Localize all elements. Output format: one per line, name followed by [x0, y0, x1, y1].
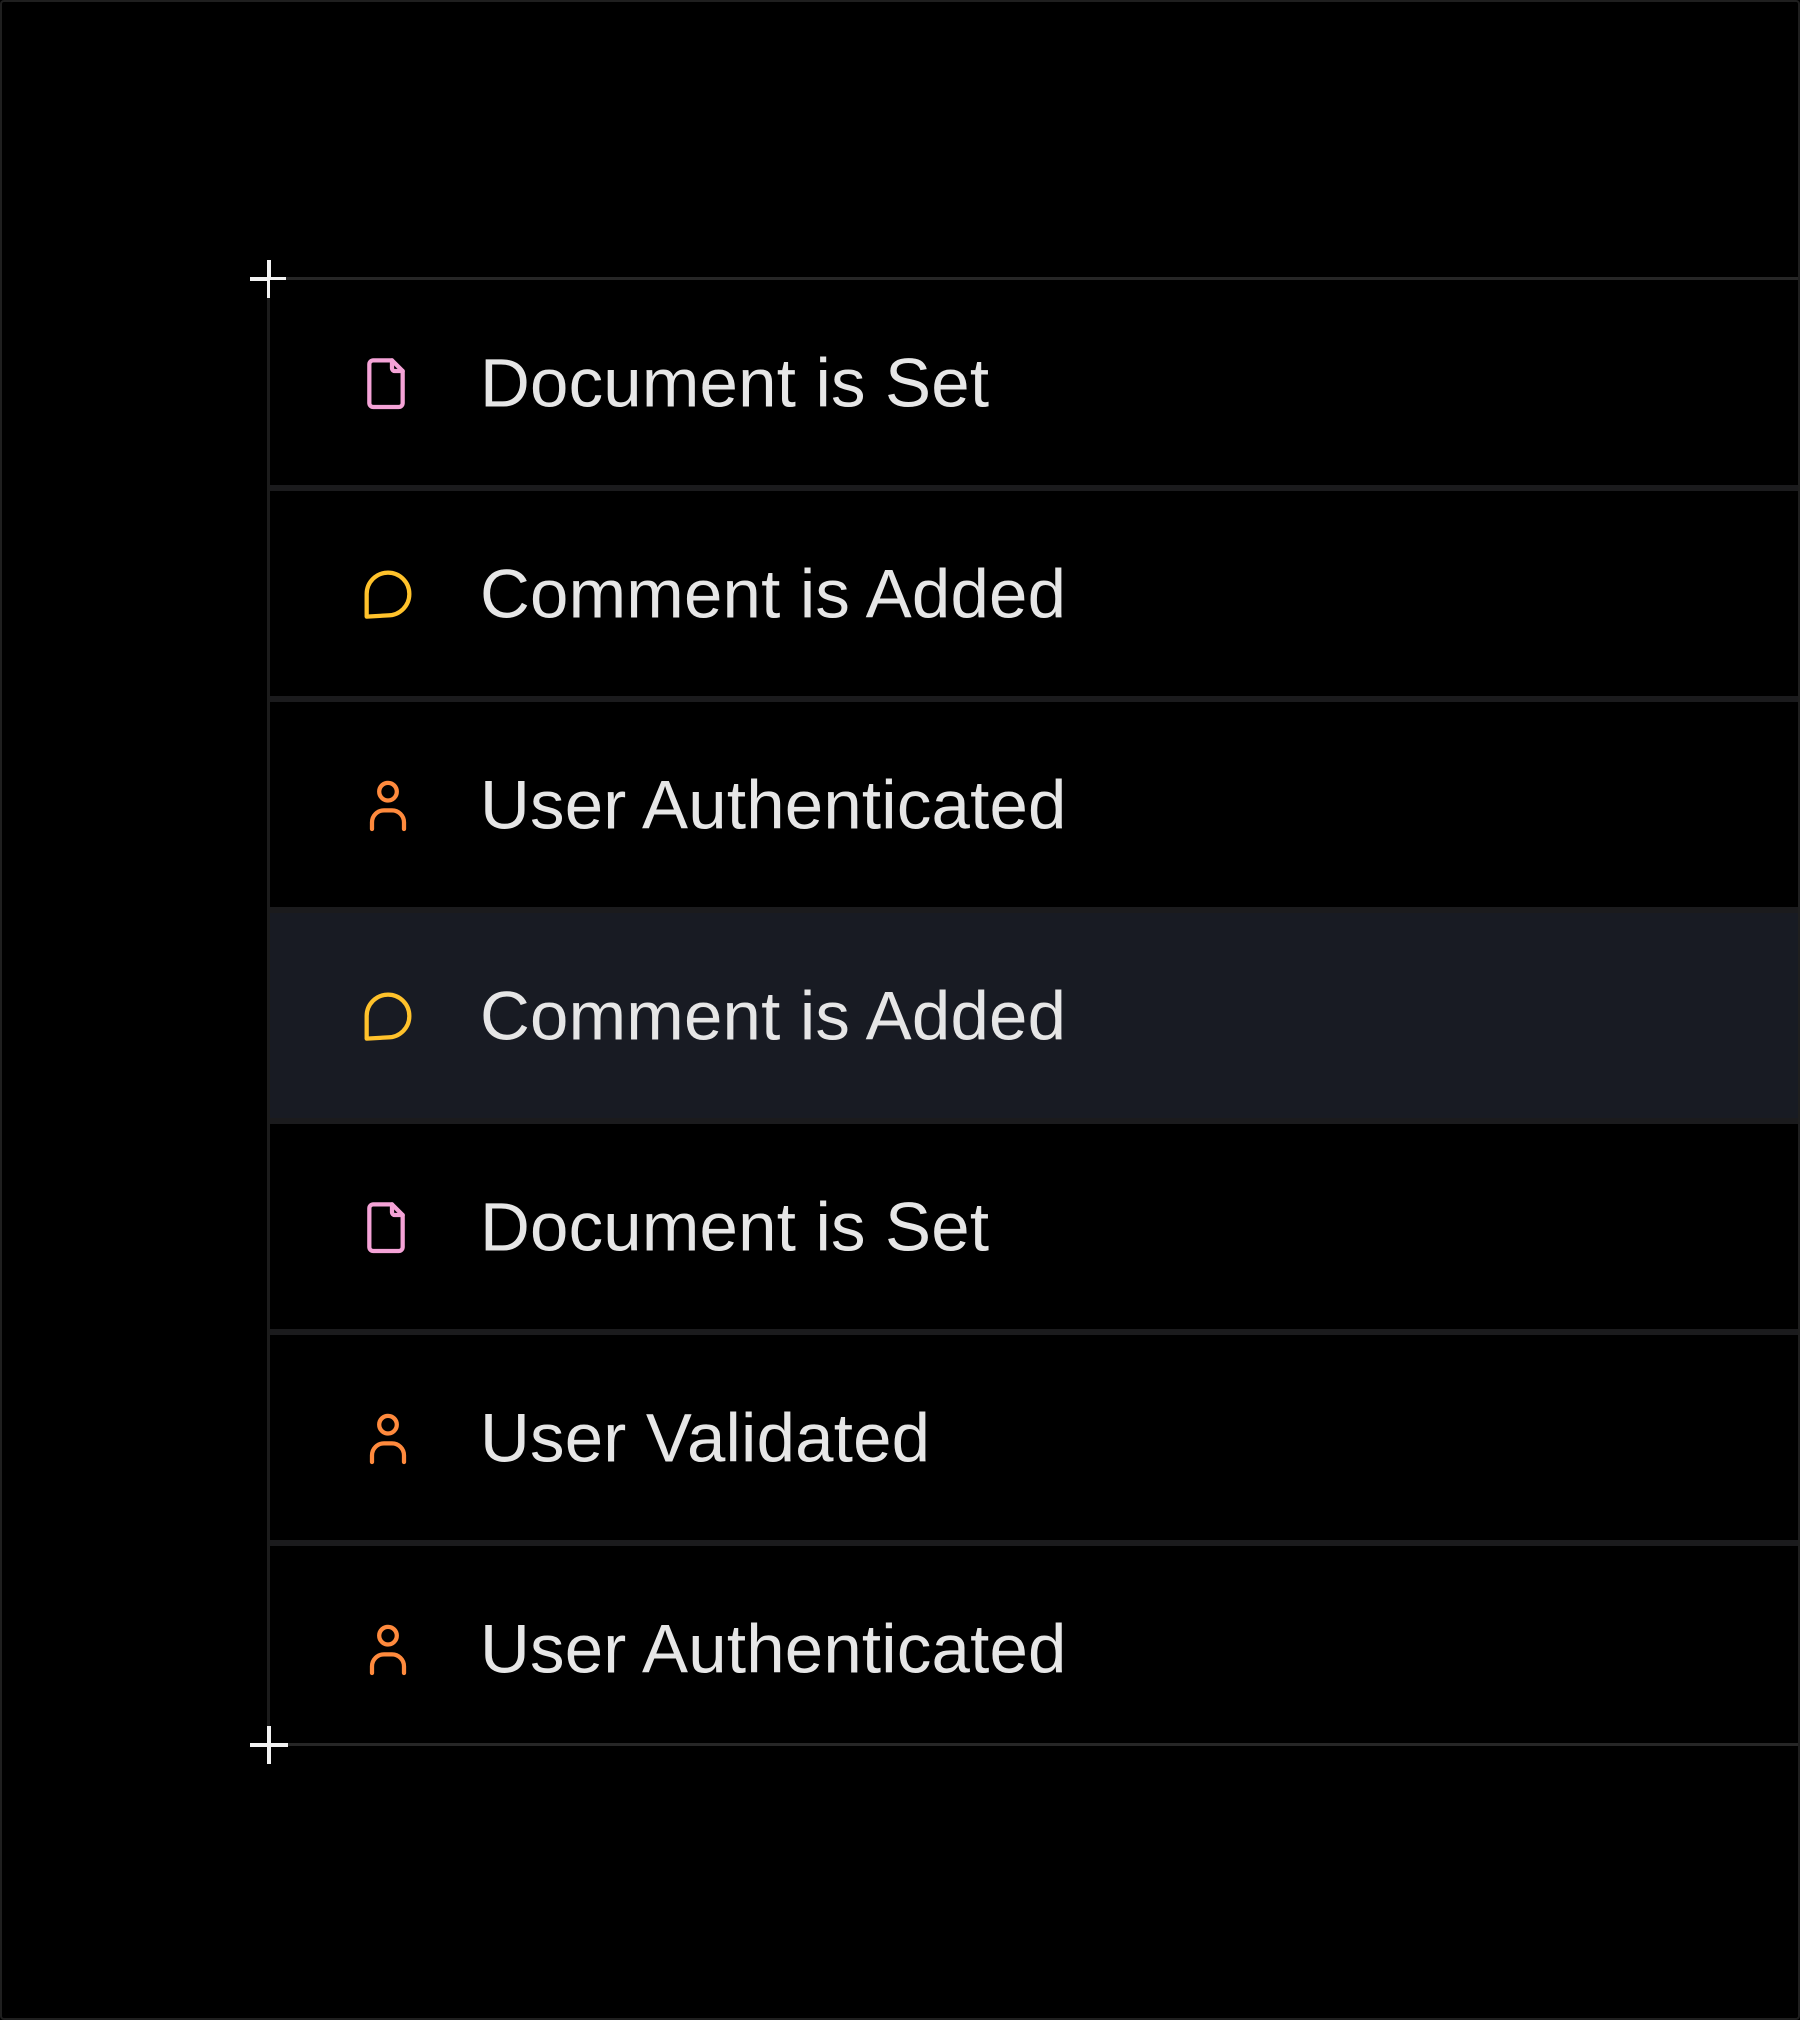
event-label: Comment is Added: [480, 555, 1067, 632]
canvas-frame: Document is Set Comment is Added User Au…: [0, 0, 1800, 2020]
event-label: Comment is Added: [480, 977, 1067, 1054]
event-label: User Authenticated: [480, 766, 1067, 843]
event-row[interactable]: User Validated: [270, 1335, 1798, 1546]
comment-icon: [356, 562, 420, 626]
event-row[interactable]: Document is Set: [270, 280, 1798, 491]
crosshair-bottom-marker: [250, 1726, 288, 1764]
event-label: Document is Set: [480, 1188, 990, 1265]
user-icon: [356, 773, 420, 837]
event-row[interactable]: User Authenticated: [270, 702, 1798, 913]
user-icon: [356, 1617, 420, 1681]
event-label: Document is Set: [480, 344, 990, 421]
event-label: User Validated: [480, 1399, 931, 1476]
comment-icon: [356, 984, 420, 1048]
event-label: User Authenticated: [480, 1610, 1067, 1687]
bottom-rule: [286, 1743, 1798, 1746]
event-row[interactable]: Comment is Added: [270, 491, 1798, 702]
user-icon: [356, 1406, 420, 1470]
event-row[interactable]: Document is Set: [270, 1124, 1798, 1335]
event-list: Document is Set Comment is Added User Au…: [270, 280, 1798, 1751]
document-icon: [356, 1195, 420, 1259]
event-row[interactable]: User Authenticated: [270, 1546, 1798, 1751]
event-row-selected[interactable]: Comment is Added: [270, 913, 1798, 1124]
document-icon: [356, 351, 420, 415]
